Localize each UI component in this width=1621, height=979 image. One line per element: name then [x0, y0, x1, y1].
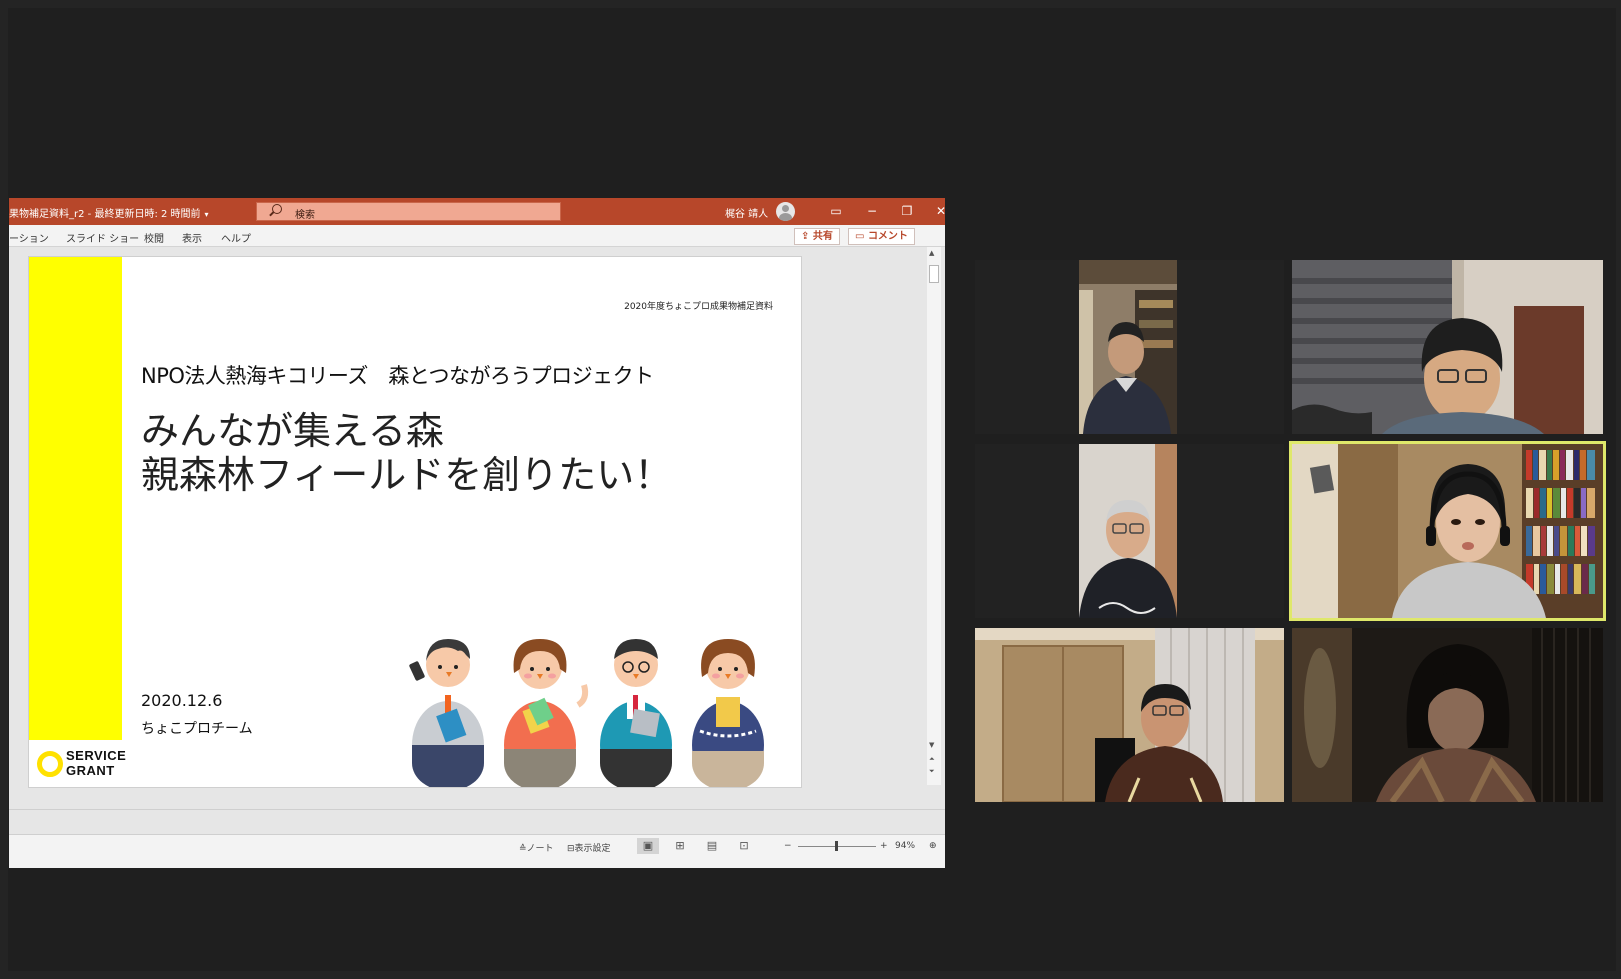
tab-help[interactable]: ヘルプ: [221, 230, 251, 245]
logo-text: SERVICE GRANT: [66, 748, 127, 778]
zoom-out-button[interactable]: −: [784, 841, 792, 851]
figure-woman-notes-icon: [504, 639, 589, 787]
normal-view-icon[interactable]: ▣: [637, 838, 659, 854]
document-title[interactable]: 果物補足資料_r2 - 最終更新日時: 2 時間前 ▾: [9, 205, 209, 220]
status-bar: ≙ノート ⊟表示設定 ▣ ⊞ ▤ ⊡ − + 94% ⊕: [9, 834, 945, 868]
title-bar: 果物補足資料_r2 - 最終更新日時: 2 時間前 ▾ 検索 梶谷 靖人 ▭ − …: [9, 198, 945, 225]
tab-review[interactable]: 校閲: [144, 230, 164, 245]
participant-video-2: [1292, 260, 1603, 434]
display-settings-label: 表示設定: [574, 844, 611, 854]
participant-tile[interactable]: [1292, 628, 1603, 802]
slide-title-line2: 親森林フィールドを創りたい！: [141, 453, 673, 497]
search-icon: [272, 204, 282, 214]
notes-button[interactable]: ≙ノート: [519, 841, 554, 854]
scroll-up-icon[interactable]: ▲: [929, 249, 934, 257]
accent-bar: [29, 257, 122, 740]
share-button[interactable]: ⇪ 共有: [794, 228, 840, 245]
logo-ring-icon: [37, 751, 63, 777]
search-input[interactable]: 検索: [295, 206, 315, 221]
slide-sorter-icon[interactable]: ⊞: [669, 838, 691, 854]
figure-man-phone-icon: [409, 639, 484, 787]
slide-subtitle: NPO法人熱海キコリーズ 森とつながろうプロジェクト: [141, 364, 654, 388]
comment-icon: ▭: [855, 231, 865, 242]
figure-man-glasses-icon: [600, 639, 672, 787]
document-title-text: 果物補足資料_r2 - 最終更新日時: 2 時間前: [9, 209, 201, 220]
ribbon-display-icon[interactable]: ▭: [818, 198, 854, 225]
share-label: 共有: [812, 231, 833, 242]
participant-tile[interactable]: [1292, 260, 1603, 434]
tab-slideshow[interactable]: スライド ショー: [66, 230, 139, 245]
chevron-down-icon[interactable]: ▾: [205, 210, 209, 219]
figure-woman-book-icon: [692, 639, 764, 787]
reading-view-icon[interactable]: ▤: [701, 838, 723, 854]
notes-icon: ≙: [519, 844, 527, 854]
notes-label: ノート: [526, 844, 554, 854]
comment-label: コメント: [867, 231, 908, 242]
comment-button[interactable]: ▭ コメント: [848, 228, 915, 245]
slide-title: みんなが集える森 親森林フィールドを創りたい！: [141, 409, 672, 497]
scroll-down-icon[interactable]: ▼: [929, 741, 934, 749]
vertical-scrollbar[interactable]: ▲ ▼ ⏶ ⏷: [927, 247, 941, 785]
service-grant-logo: SERVICE GRANT: [37, 747, 126, 781]
ribbon-tabs: ーション スライド ショー 校閲 表示 ヘルプ ⇪ 共有 ▭ コメント: [9, 225, 945, 247]
minimize-icon[interactable]: −: [854, 198, 890, 225]
user-name[interactable]: 梶谷 靖人: [725, 205, 768, 220]
notes-pane[interactable]: [9, 809, 945, 834]
avatar[interactable]: [776, 202, 795, 221]
team-illustration: [409, 639, 764, 787]
participant-video-5: [975, 628, 1284, 802]
fit-to-window-icon[interactable]: ⊕: [929, 841, 937, 851]
tab-animation[interactable]: ーション: [9, 230, 49, 245]
participant-tile[interactable]: [975, 628, 1284, 802]
participant-tile[interactable]: [975, 260, 1284, 434]
zoom-level[interactable]: 94%: [895, 841, 915, 851]
participant-video-6: [1292, 628, 1603, 802]
previous-slide-icon[interactable]: ⏶: [929, 755, 935, 764]
participant-video-1: [975, 260, 1284, 434]
search-box[interactable]: 検索: [256, 202, 561, 221]
slide-title-line1: みんなが集える森: [141, 409, 444, 453]
slide-canvas[interactable]: SERVICE GRANT 2020年度ちょこプロ成果物補足資料 NPO法人熱海キ…: [28, 256, 802, 788]
participant-tile[interactable]: [975, 444, 1284, 618]
slideshow-icon[interactable]: ⊡: [733, 838, 755, 854]
slide-header-note: 2020年度ちょこプロ成果物補足資料: [624, 302, 773, 312]
participant-video-4: [1292, 444, 1603, 618]
zoom-in-button[interactable]: +: [880, 841, 888, 851]
display-settings-icon: ⊟: [567, 844, 575, 854]
restore-icon[interactable]: ❐: [889, 198, 925, 225]
scroll-thumb[interactable]: [929, 265, 939, 283]
participant-video-3: [975, 444, 1284, 618]
zoom-slider-handle[interactable]: [835, 841, 838, 851]
slide-date: 2020.12.6: [141, 691, 223, 710]
next-slide-icon[interactable]: ⏷: [929, 767, 935, 776]
close-icon[interactable]: ✕: [923, 198, 945, 225]
display-settings-button[interactable]: ⊟表示設定: [567, 841, 611, 854]
slide-team: ちょこプロチーム: [141, 721, 253, 737]
participant-tile-active-speaker[interactable]: [1289, 441, 1606, 621]
tab-view[interactable]: 表示: [182, 230, 202, 245]
share-icon: ⇪: [801, 231, 810, 242]
